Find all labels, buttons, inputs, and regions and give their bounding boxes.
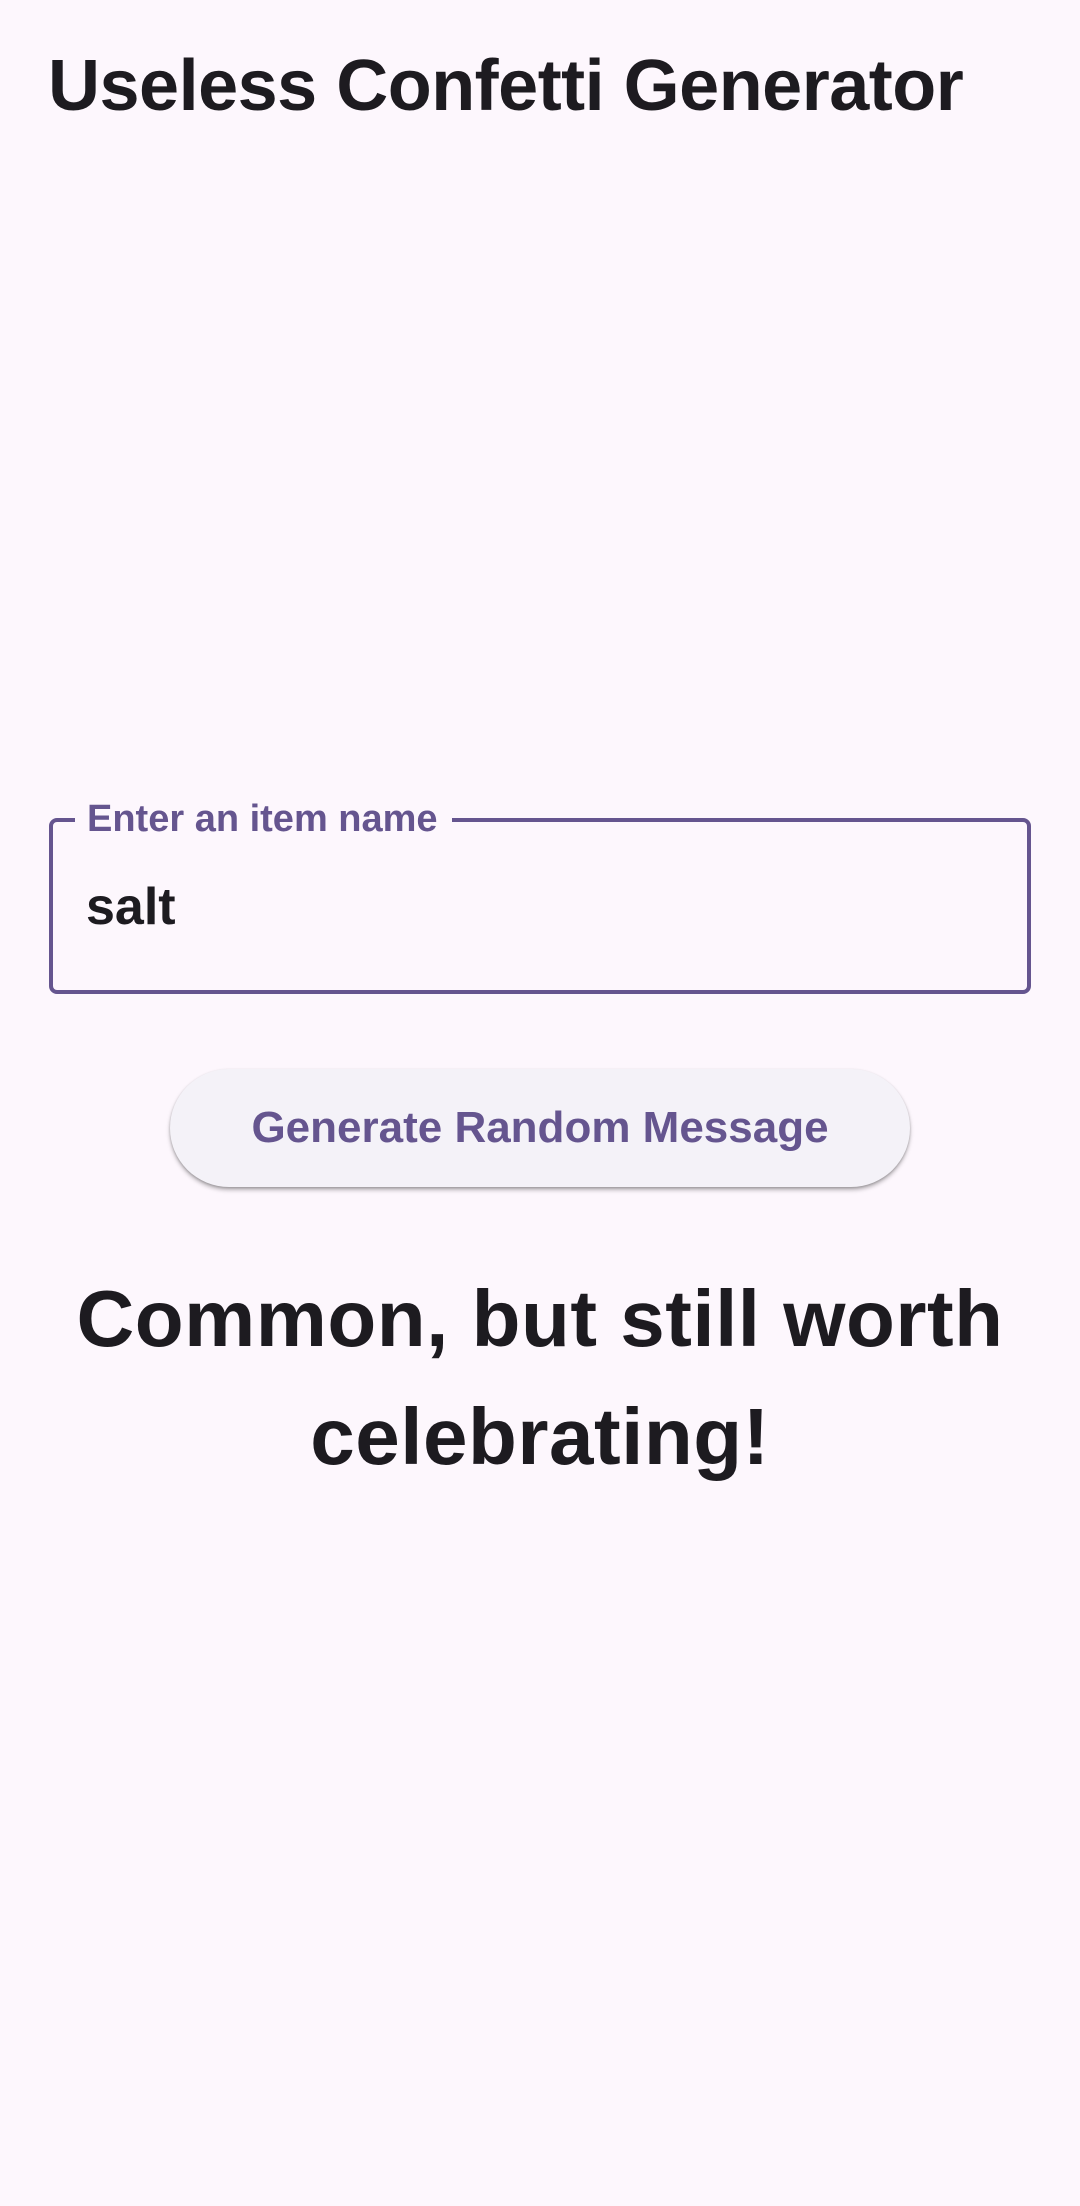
result-message: Common, but still worth celebrating! <box>76 1274 1004 1481</box>
item-name-input[interactable] <box>86 872 986 942</box>
item-name-label: Enter an item name <box>75 794 452 844</box>
item-name-field[interactable]: Enter an item name <box>49 794 1031 994</box>
app-title: Useless Confetti Generator <box>48 46 964 126</box>
generate-message-button[interactable]: Generate Random Message <box>170 1069 910 1187</box>
